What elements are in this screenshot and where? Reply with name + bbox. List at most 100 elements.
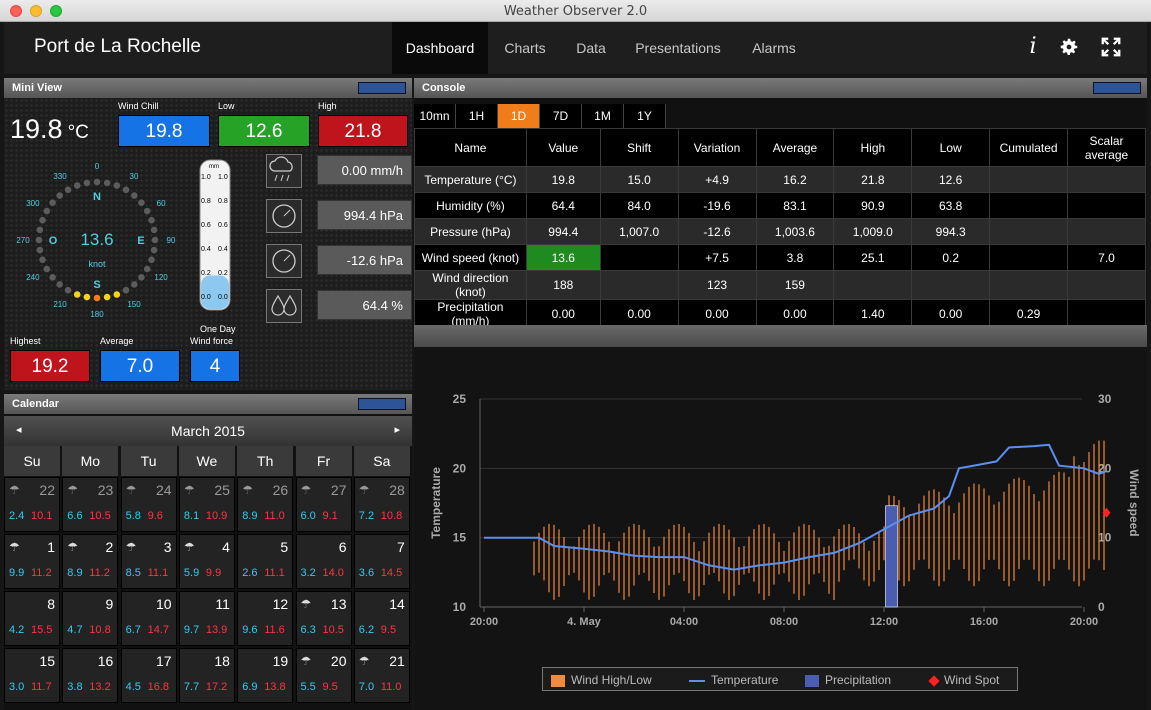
gauge-unit: mm bbox=[209, 164, 219, 170]
current-temperature-value: 19.8 bbox=[10, 114, 63, 144]
day-low: 9.7 bbox=[183, 624, 200, 636]
tab-data[interactable]: Data bbox=[564, 22, 618, 74]
console-cell: 16.2 bbox=[755, 166, 835, 193]
tab-charts[interactable]: Charts bbox=[492, 22, 558, 74]
gauge-period-label: One Day bbox=[200, 324, 236, 334]
mini-view-title: Mini View bbox=[12, 82, 62, 94]
console-panel: Console 10mn 1H 1D 7D 1M 1Y Name Value Shift Var… bbox=[414, 78, 1147, 329]
day-number: 27 bbox=[330, 482, 347, 498]
calendar-day[interactable]: 5 2.6 11.1 bbox=[237, 534, 294, 589]
day-low: 3.0 bbox=[9, 681, 25, 693]
compass-cardinal-E: E bbox=[137, 235, 144, 247]
calendar-title: Calendar bbox=[12, 398, 60, 410]
calendar-day[interactable]: ☂ 21 7.0 11.0 bbox=[353, 648, 410, 703]
compass-dot bbox=[39, 256, 46, 264]
calendar-day[interactable]: ☂ 3 8.5 11.1 bbox=[120, 534, 177, 589]
calendar-day[interactable]: ☂ 2 8.9 11.2 bbox=[62, 534, 119, 589]
column-header: Shift bbox=[599, 128, 679, 167]
console-cell: 25.1 bbox=[833, 244, 913, 271]
calendar-day[interactable]: ☂ 1 9.9 11.2 bbox=[4, 534, 60, 589]
gear-icon[interactable] bbox=[1054, 32, 1084, 62]
calendar-day[interactable]: ☂ 26 8.9 11.0 bbox=[237, 477, 294, 532]
day-low: 2.4 bbox=[9, 510, 25, 522]
day-low: 8.9 bbox=[242, 510, 258, 522]
rain-gauge: mm 1.0 0.8 0.6 0.4 0.2 0.0 1.0 0.8 0.6 0.4 0.2 0.0 bbox=[197, 156, 233, 316]
calendar-day[interactable]: 16 3.8 13.2 bbox=[62, 648, 119, 703]
calendar-day[interactable]: ☂ 4 5.9 9.9 bbox=[178, 534, 235, 589]
calendar-day[interactable]: ☂ 27 6.0 9.1 bbox=[295, 477, 352, 532]
weather-icon: ☂ bbox=[358, 483, 370, 497]
current-temperature: 19.8 °C bbox=[10, 114, 89, 145]
legend-item[interactable]: Temperature bbox=[689, 673, 778, 687]
range-tab-1M[interactable]: 1M bbox=[582, 104, 624, 128]
day-low: 4.2 bbox=[9, 624, 25, 636]
calendar-day[interactable]: 15 3.0 11.7 bbox=[4, 648, 60, 703]
range-tab-10mn[interactable]: 10mn bbox=[414, 104, 456, 128]
humidity-value: 64.4 % bbox=[317, 290, 412, 320]
legend-label: Wind High/Low bbox=[571, 673, 652, 687]
compass-dot bbox=[150, 246, 158, 254]
calendar-day[interactable]: ☂ 13 6.3 10.5 bbox=[295, 591, 352, 646]
day-number: 21 bbox=[389, 653, 405, 669]
calendar-day[interactable]: 8 4.2 15.5 bbox=[4, 591, 60, 646]
day-number: 9 bbox=[105, 596, 114, 612]
day-number: 1 bbox=[47, 539, 55, 555]
calendar-day[interactable]: 11 9.7 13.9 bbox=[178, 591, 235, 646]
calendar-day[interactable]: ☂ 28 7.2 10.8 bbox=[353, 477, 410, 532]
calendar-day[interactable]: 19 6.9 13.8 bbox=[237, 648, 294, 703]
calendar-day[interactable]: 7 3.6 14.5 bbox=[353, 534, 410, 589]
compass-dot bbox=[83, 179, 91, 187]
legend-swatch bbox=[928, 675, 940, 687]
column-header: High bbox=[833, 128, 913, 167]
tab-dashboard[interactable]: Dashboard bbox=[392, 22, 488, 74]
calendar-day[interactable]: ☂ 23 6.6 10.5 bbox=[62, 477, 119, 532]
calendar-day[interactable]: ☂ 22 2.4 10.1 bbox=[4, 477, 60, 532]
legend-item[interactable]: Wind Spot bbox=[927, 673, 999, 687]
range-tab-7D[interactable]: 7D bbox=[540, 104, 582, 128]
day-low: 3.8 bbox=[67, 681, 83, 693]
tab-presentations[interactable]: Presentations bbox=[626, 22, 730, 74]
console-toggle-button[interactable] bbox=[1093, 82, 1141, 94]
wind-speed-value: 13.6 bbox=[80, 230, 113, 249]
info-icon[interactable]: i bbox=[1018, 32, 1048, 62]
legend-item[interactable]: Precipitation bbox=[805, 673, 891, 687]
calendar-day[interactable]: 17 4.5 16.8 bbox=[120, 648, 177, 703]
calendar-day[interactable]: ☂ 24 5.8 9.6 bbox=[120, 477, 177, 532]
calendar-day[interactable]: 18 7.7 17.2 bbox=[178, 648, 235, 703]
tab-alarms[interactable]: Alarms bbox=[742, 22, 806, 74]
day-high: 17.2 bbox=[205, 681, 228, 693]
day-high: 11.2 bbox=[31, 567, 52, 579]
day-low: 7.0 bbox=[358, 681, 375, 693]
range-tab-1D[interactable]: 1D bbox=[498, 104, 540, 128]
compass-dot bbox=[35, 236, 43, 244]
compass-degree-label: 240 bbox=[26, 273, 40, 282]
low-label: Low bbox=[218, 101, 235, 111]
weekday-header: Tu bbox=[120, 446, 177, 476]
calendar-day[interactable]: ☂ 25 8.1 10.9 bbox=[178, 477, 235, 532]
calendar-day[interactable]: 6 3.2 14.0 bbox=[295, 534, 352, 589]
chart-panel: 25 20 15 10 30 20 10 0 20:00 4. May 04:00 08:00 12:0… bbox=[414, 325, 1147, 710]
console-cell: -12.6 bbox=[677, 218, 757, 245]
rain-rate-value: 0.00 mm/h bbox=[317, 155, 412, 185]
legend-item[interactable]: Wind High/Low bbox=[551, 673, 652, 687]
mini-view-toggle-button[interactable] bbox=[358, 82, 406, 94]
console-cell bbox=[1067, 218, 1146, 245]
calendar-toggle-button[interactable] bbox=[358, 398, 406, 410]
compass-dot bbox=[64, 286, 72, 294]
compass-dot bbox=[113, 291, 121, 298]
console-cell bbox=[599, 270, 679, 300]
calendar-day[interactable]: 9 4.7 10.8 bbox=[62, 591, 119, 646]
range-tab-1Y[interactable]: 1Y bbox=[624, 104, 666, 128]
legend-swatch bbox=[551, 674, 565, 687]
calendar-day[interactable]: 14 6.2 9.5 bbox=[353, 591, 410, 646]
console-cell bbox=[989, 192, 1069, 219]
gauge-tick-left: 0.8 bbox=[201, 198, 211, 205]
day-number: 3 bbox=[163, 539, 172, 555]
day-number: 10 bbox=[156, 596, 172, 612]
weekday-header: Sa bbox=[353, 446, 410, 476]
calendar-day[interactable]: 10 6.7 14.7 bbox=[120, 591, 177, 646]
range-tab-1H[interactable]: 1H bbox=[456, 104, 498, 128]
calendar-day[interactable]: 12 9.6 11.6 bbox=[237, 591, 294, 646]
calendar-day[interactable]: ☂ 20 5.5 9.5 bbox=[295, 648, 352, 703]
fullscreen-icon[interactable] bbox=[1096, 32, 1126, 62]
